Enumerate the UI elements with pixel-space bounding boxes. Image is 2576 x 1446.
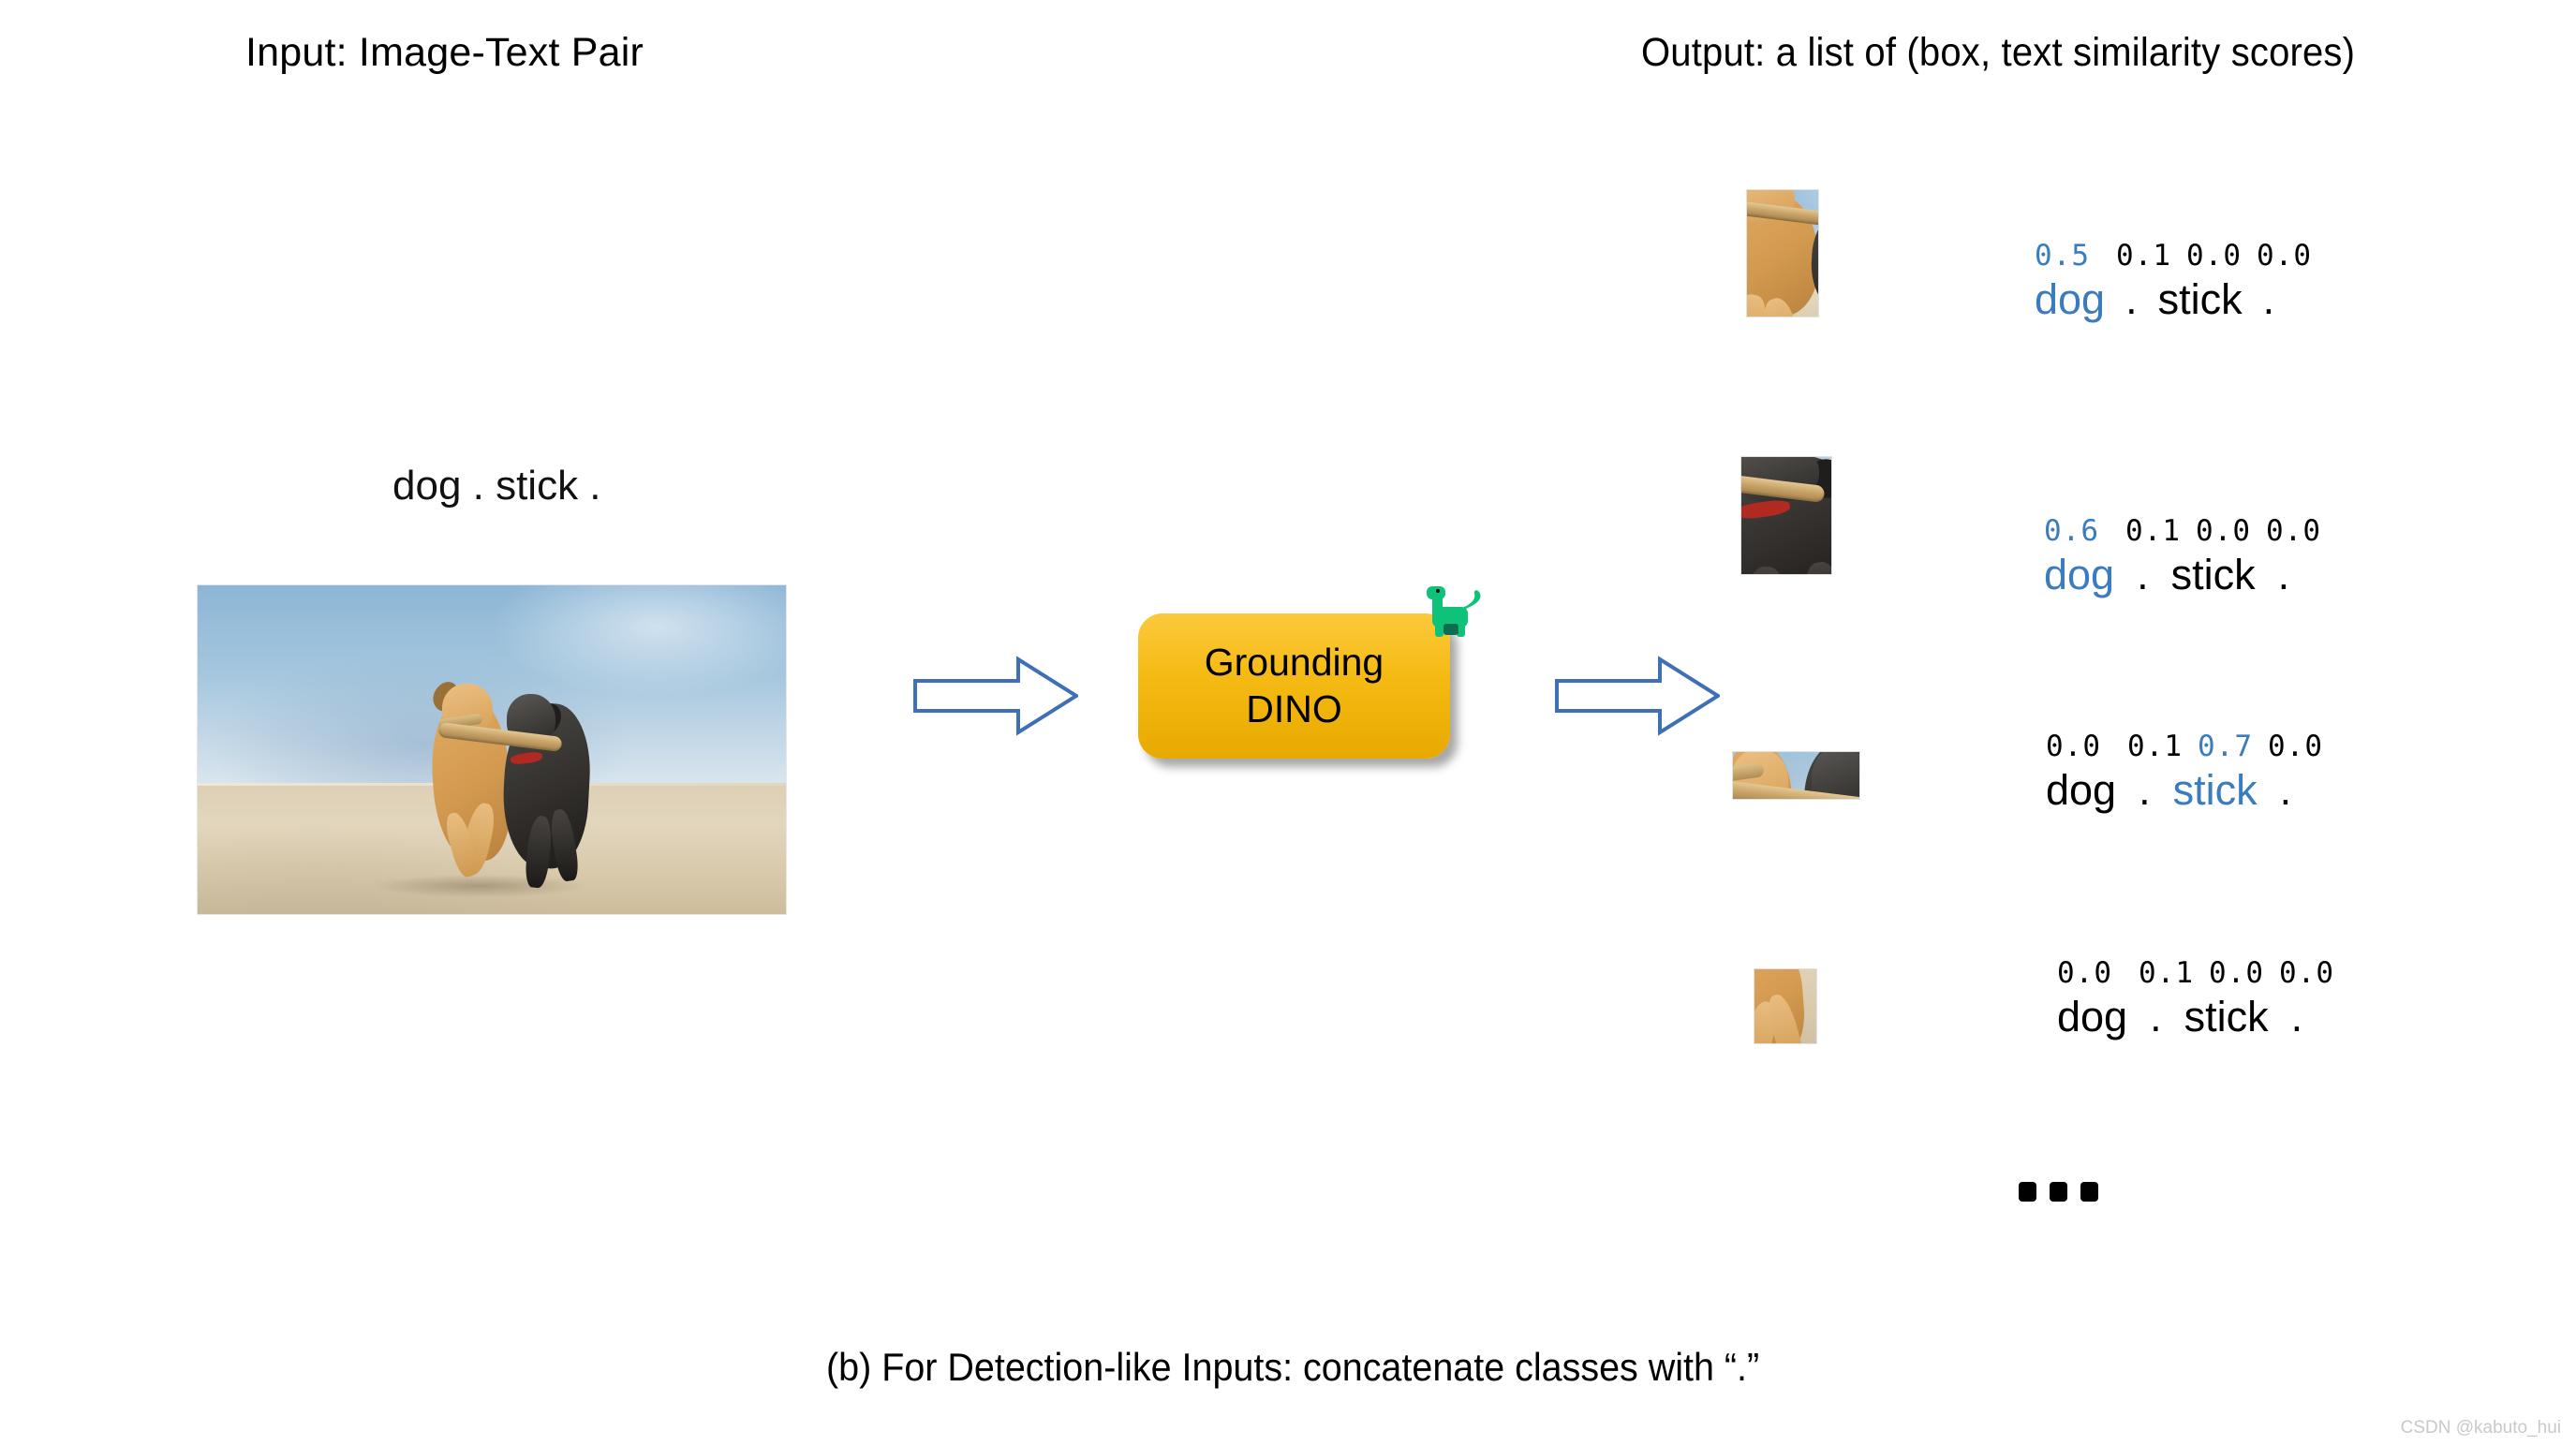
score-block: 0.6 0.1 0.0 0.0 dog. stick. <box>2044 517 2321 598</box>
score-value: 0.1 <box>2125 514 2181 548</box>
beach-scene <box>198 585 786 914</box>
crop-thumbnail <box>1732 751 1860 800</box>
model-name-line1: Grounding <box>1204 640 1384 684</box>
ellipsis-dot <box>2019 1182 2036 1202</box>
score-block: 0.0 0.1 0.0 0.0 dog. stick. <box>2057 959 2334 1040</box>
token-sequence: dog. stick. <box>2035 276 2312 323</box>
score-value: 0.1 <box>2127 730 2183 763</box>
ellipsis-dot <box>2080 1182 2098 1202</box>
crop-thumbnail <box>1754 968 1817 1044</box>
score-value: 0.0 <box>2186 239 2242 273</box>
crop-content <box>1754 969 1816 1043</box>
ellipsis-icon <box>2019 1182 2098 1202</box>
token: stick <box>2184 993 2269 1040</box>
input-header: Input: Image-Text Pair <box>245 30 644 75</box>
token: . <box>2290 993 2303 1040</box>
ground-shadow <box>374 874 586 898</box>
score-numbers: 0.0 0.1 0.7 0.0 <box>2046 732 2323 761</box>
token: stick <box>2170 551 2256 598</box>
score-block: 0.5 0.1 0.0 0.0 dog. stick. <box>2035 242 2312 323</box>
score-value: 0.0 <box>2209 956 2264 990</box>
token: dog <box>2044 551 2115 598</box>
score-value: 0.6 <box>2044 514 2099 548</box>
score-numbers: 0.6 0.1 0.0 0.0 <box>2044 517 2321 546</box>
score-value: 0.7 <box>2198 730 2253 763</box>
token-sequence: dog. stick. <box>2044 552 2321 598</box>
token: . <box>2279 766 2292 814</box>
score-value: 0.1 <box>2139 956 2194 990</box>
token: stick <box>2172 766 2258 814</box>
token: . <box>2125 275 2138 323</box>
token: . <box>2137 551 2149 598</box>
figure-canvas: Input: Image-Text Pair Output: a list of… <box>0 0 2576 1446</box>
figure-caption: (b) For Detection-like Inputs: concatena… <box>826 1345 1760 1389</box>
token: . <box>2262 275 2275 323</box>
input-text-prompt: dog . stick . <box>392 463 601 509</box>
input-image <box>197 584 787 915</box>
token-sequence: dog. stick. <box>2046 767 2323 814</box>
score-value: 0.0 <box>2196 514 2251 548</box>
crop-content <box>1747 190 1818 317</box>
score-block: 0.0 0.1 0.7 0.0 dog. stick. <box>2046 732 2323 814</box>
token: . <box>2150 993 2162 1040</box>
score-value: 0.0 <box>2268 730 2323 763</box>
arrow-model-to-output-icon <box>1555 656 1722 741</box>
output-header: Output: a list of (box, text similarity … <box>1641 30 2356 75</box>
token: . <box>2139 766 2151 814</box>
token-sequence: dog. stick. <box>2057 994 2334 1040</box>
model-name-line2: DINO <box>1246 686 1342 730</box>
token: dog <box>2046 766 2117 814</box>
grounding-dino-box[interactable]: Grounding DINO <box>1138 613 1450 759</box>
arrow-image-to-model-icon <box>913 656 1080 741</box>
crop-content <box>1733 752 1859 799</box>
crop-thumbnail <box>1740 456 1832 575</box>
score-value: 0.0 <box>2266 514 2321 548</box>
score-numbers: 0.0 0.1 0.0 0.0 <box>2057 959 2334 988</box>
crop-content <box>1741 457 1831 574</box>
score-value: 0.0 <box>2046 730 2101 763</box>
score-value: 0.0 <box>2257 239 2312 273</box>
score-value: 0.0 <box>2057 956 2112 990</box>
score-value: 0.0 <box>2279 956 2334 990</box>
token: dog <box>2057 993 2128 1040</box>
ellipsis-dot <box>2050 1182 2067 1202</box>
crop-thumbnail <box>1746 189 1819 317</box>
token: stick <box>2157 275 2243 323</box>
watermark: CSDN @kabuto_hui <box>2400 1418 2561 1438</box>
score-value: 0.1 <box>2116 239 2171 273</box>
dinosaur-icon <box>1421 583 1485 639</box>
token: . <box>2277 551 2290 598</box>
score-value: 0.5 <box>2035 239 2090 273</box>
score-numbers: 0.5 0.1 0.0 0.0 <box>2035 242 2312 271</box>
token: dog <box>2035 275 2106 323</box>
